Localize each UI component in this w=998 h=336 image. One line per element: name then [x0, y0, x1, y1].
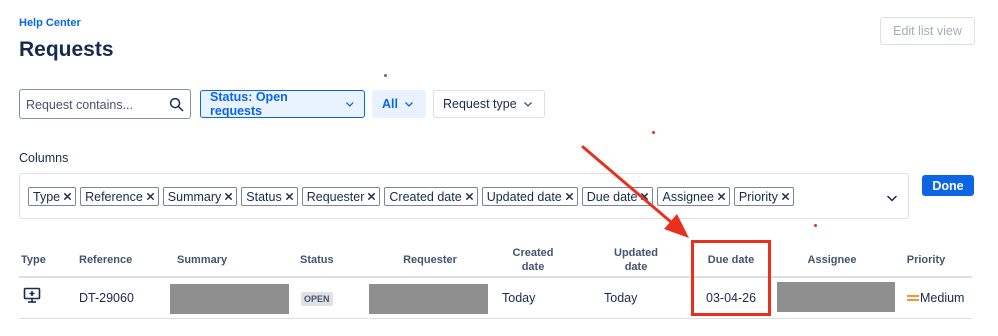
- chevron-down-icon: [346, 102, 354, 107]
- column-header-assignee[interactable]: Assignee: [793, 253, 871, 267]
- column-chip-label: Updated date: [486, 189, 562, 204]
- page-title: Requests: [19, 38, 114, 61]
- column-chip: Type: [28, 187, 77, 206]
- computer-support-icon: [23, 287, 41, 303]
- column-chip: Priority: [733, 187, 794, 206]
- search-icon[interactable]: [169, 97, 184, 112]
- remove-chip-close-icon[interactable]: [717, 192, 726, 201]
- columns-label: Columns: [19, 151, 69, 165]
- status-filter-label: Status: Open requests: [210, 90, 288, 118]
- column-chip-label: Priority: [738, 189, 778, 204]
- row-created-date: Today: [502, 291, 536, 305]
- table-row-divider: [19, 318, 972, 319]
- decorative-dot: [652, 131, 655, 134]
- column-chip: Summary: [162, 187, 238, 206]
- redacted-summary: [170, 284, 289, 314]
- column-chip: Created date: [384, 187, 478, 206]
- all-filter-button[interactable]: All: [372, 90, 426, 118]
- remove-chip-close-icon[interactable]: [640, 192, 649, 201]
- column-chip-label: Status: [246, 189, 282, 204]
- request-type-filter-button[interactable]: Request type: [433, 90, 545, 118]
- column-header-created-date[interactable]: Created date: [502, 246, 564, 274]
- column-header-summary[interactable]: Summary: [177, 253, 227, 267]
- column-header-updated-date[interactable]: Updated date: [604, 246, 668, 274]
- chevron-down-icon: [405, 102, 413, 107]
- priority-medium-icon: [907, 295, 919, 301]
- column-chip-label: Created date: [389, 189, 462, 204]
- status-filter-button[interactable]: Status: Open requests: [200, 90, 365, 118]
- status-badge: OPEN: [301, 292, 333, 306]
- request-type-filter-label: Request type: [443, 97, 517, 111]
- column-chip: Assignee: [657, 187, 730, 206]
- search-box: [19, 89, 191, 119]
- column-header-reference[interactable]: Reference: [79, 253, 132, 267]
- column-chip-label: Assignee: [662, 189, 714, 204]
- remove-chip-close-icon[interactable]: [146, 192, 155, 201]
- column-chip: Requester: [301, 187, 381, 206]
- column-chip: Reference: [80, 187, 159, 206]
- chevron-down-icon: [523, 102, 532, 107]
- column-chip-label: Due date: [586, 189, 638, 204]
- column-header-type[interactable]: Type: [21, 253, 46, 267]
- column-chips: Type Reference Summary Status Requester Creat…: [28, 187, 794, 206]
- redacted-assignee: [777, 282, 895, 312]
- decorative-dot: [384, 74, 387, 77]
- column-chip: Updated date: [481, 187, 578, 206]
- column-header-status[interactable]: Status: [300, 253, 334, 267]
- column-chip-label: Reference: [85, 189, 143, 204]
- remove-chip-close-icon[interactable]: [63, 192, 72, 201]
- row-priority: Medium: [920, 291, 965, 305]
- remove-chip-close-icon[interactable]: [781, 192, 790, 201]
- row-updated-date: Today: [604, 291, 638, 305]
- remove-chip-close-icon[interactable]: [285, 192, 294, 201]
- column-chip-label: Type: [33, 189, 61, 204]
- column-chip: Status: [241, 187, 298, 206]
- remove-chip-close-icon[interactable]: [465, 192, 474, 201]
- all-filter-label: All: [382, 97, 398, 111]
- column-header-requester[interactable]: Requester: [380, 253, 480, 267]
- redacted-requester: [369, 284, 488, 314]
- edit-list-view-button[interactable]: Edit list view: [880, 17, 975, 45]
- column-chip-label: Summary: [167, 189, 222, 204]
- column-header-priority[interactable]: Priority: [904, 253, 948, 267]
- remove-chip-close-icon[interactable]: [367, 192, 376, 201]
- decorative-dot: [814, 224, 817, 227]
- column-chip-label: Requester: [306, 189, 365, 204]
- annotation-highlight-box: [691, 240, 771, 316]
- remove-chip-close-icon[interactable]: [565, 192, 574, 201]
- breadcrumb-help-center[interactable]: Help Center: [19, 17, 81, 29]
- columns-multiselect[interactable]: Type Reference Summary Status Requester Creat…: [19, 173, 909, 219]
- done-button[interactable]: Done: [922, 175, 974, 196]
- remove-chip-close-icon[interactable]: [224, 192, 233, 201]
- table-header-divider: [19, 276, 972, 278]
- search-input[interactable]: [26, 96, 164, 114]
- column-chip: Due date: [581, 187, 654, 206]
- row-reference-link[interactable]: DT-29060: [79, 291, 134, 305]
- chevron-down-icon[interactable]: [886, 192, 898, 204]
